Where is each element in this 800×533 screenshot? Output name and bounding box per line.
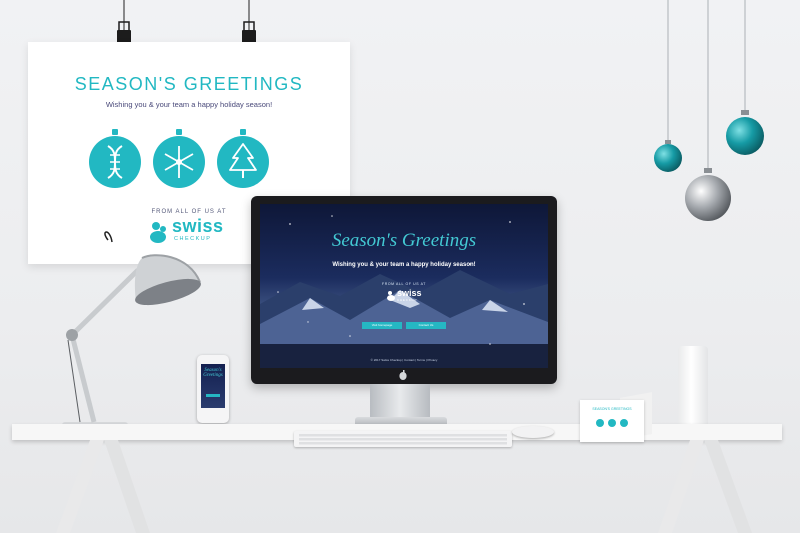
- apple-logo-icon: [399, 370, 407, 380]
- monitor-stand: [370, 384, 430, 420]
- desk-lamp: [59, 231, 201, 438]
- card-title: SEASON'S GREETINGS: [592, 407, 632, 411]
- snow-dots: [277, 215, 525, 345]
- monitor-screen: Season's Greetings Wishing you & your te…: [260, 204, 548, 368]
- phone-button: [206, 394, 220, 397]
- candle: [678, 346, 708, 428]
- keyboard-keys: [299, 434, 507, 445]
- keyboard: [294, 431, 512, 447]
- teal-bauble-small: [654, 140, 682, 172]
- poster-title: SEASON'S GREETINGS: [74, 74, 304, 94]
- poster-ornaments: [89, 129, 269, 188]
- mouse: [512, 426, 554, 438]
- poster-subtitle: Wishing you & your team a happy holiday …: [105, 100, 273, 109]
- tent-card: SEASON'S GREETINGS: [580, 400, 644, 442]
- teal-bauble-large: [726, 110, 764, 155]
- phone-screen: Season's Greetings: [201, 364, 225, 408]
- hanging-baubles: [654, 0, 764, 221]
- silver-bauble: [685, 168, 731, 221]
- snowflake-icon: [153, 129, 205, 188]
- dna-icon: [89, 129, 141, 188]
- phone-title: Season's Greetings: [203, 368, 223, 378]
- tree-icon: [217, 129, 269, 188]
- desk-legs: [56, 440, 752, 533]
- card-ornaments: [596, 419, 628, 427]
